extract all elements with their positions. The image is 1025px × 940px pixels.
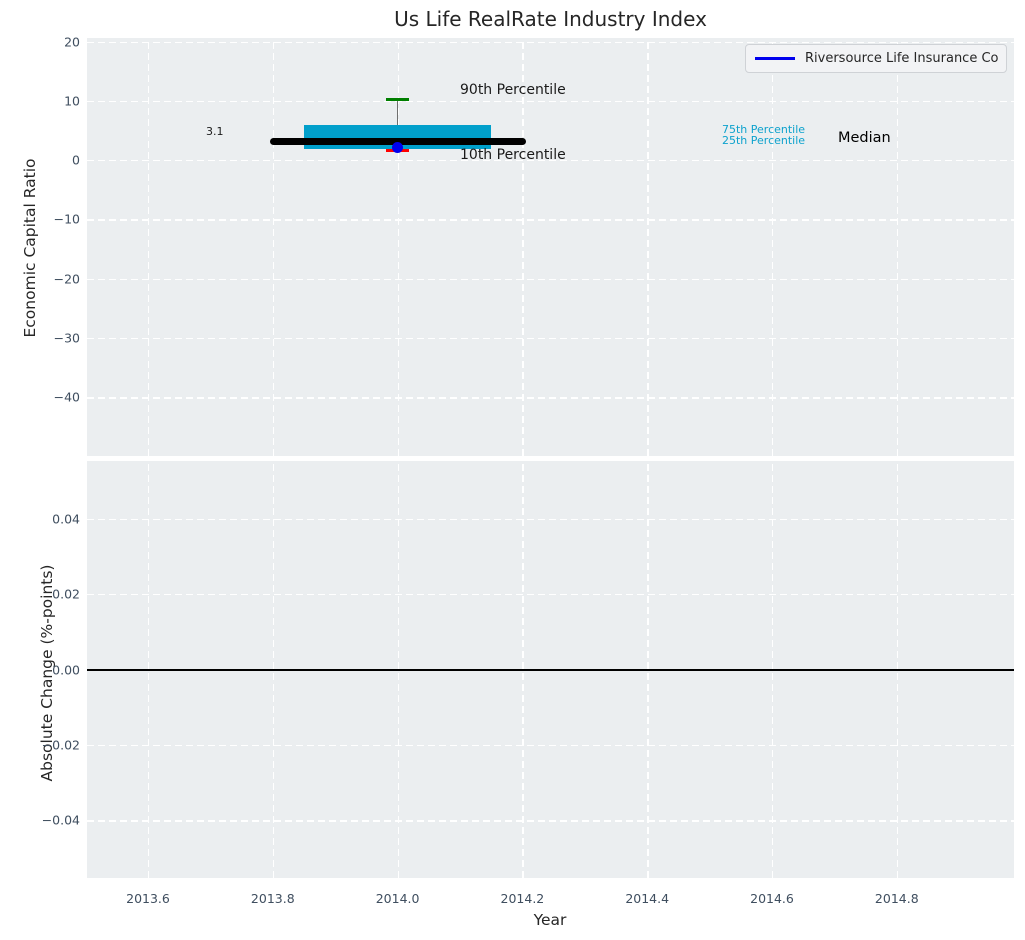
chart-title: Us Life RealRate Industry Index — [394, 7, 707, 31]
gridline-horizontal — [87, 594, 1014, 596]
figure: Us Life RealRate Industry Index 90th Per… — [0, 0, 1025, 940]
company-data-point[interactable] — [392, 141, 404, 153]
bottom-plot-area — [87, 461, 1014, 878]
y-tick-label: −20 — [53, 271, 80, 287]
x-tick-label: 2014.2 — [500, 891, 545, 906]
x-tick-label: 2014.8 — [874, 891, 919, 906]
gridline-horizontal — [87, 744, 1014, 747]
gridline-horizontal — [87, 397, 1014, 399]
x-tick-label: 2013.6 — [126, 891, 170, 906]
x-tick-label: 2014.6 — [750, 891, 794, 906]
x-tick-label: 2013.8 — [250, 891, 295, 906]
p90-cap — [386, 98, 409, 102]
gridline-horizontal — [87, 518, 1014, 521]
p10-annotation: 10th Percentile — [460, 147, 566, 163]
x-tick-label: 2014.0 — [375, 891, 420, 906]
legend: Riversource Life Insurance Co — [745, 44, 1007, 73]
y-tick-label: 0.00 — [52, 662, 80, 677]
top-y-axis-label: Economic Capital Ratio — [21, 158, 39, 338]
y-tick-label: −10 — [53, 211, 80, 227]
median-value-label: 3.1 — [206, 125, 224, 138]
median-annotation: Median — [838, 130, 891, 146]
p25-annotation: 25th Percentile — [722, 133, 806, 147]
y-tick-label: −0.04 — [41, 812, 80, 828]
gridline-horizontal — [87, 338, 1014, 340]
y-tick-label: 0.04 — [52, 511, 80, 527]
gridline-horizontal — [87, 278, 1014, 281]
p90-annotation: 90th Percentile — [460, 82, 566, 98]
gridline-horizontal — [87, 219, 1014, 221]
y-tick-label: 20 — [64, 34, 80, 49]
x-axis-label: Year — [533, 911, 567, 929]
y-tick-label: −30 — [53, 330, 80, 346]
gridline-horizontal — [87, 820, 1014, 822]
top-plot-area — [87, 38, 1014, 456]
gridline-horizontal — [87, 100, 1014, 103]
zero-reference-line — [87, 668, 1014, 671]
y-tick-label: 0 — [72, 152, 80, 168]
gridline-horizontal — [87, 41, 1014, 43]
legend-line-swatch — [755, 57, 795, 60]
legend-label: Riversource Life Insurance Co — [805, 51, 999, 66]
y-tick-label: −40 — [53, 389, 80, 405]
y-tick-label: −0.02 — [41, 737, 80, 753]
y-tick-label: 0.02 — [52, 586, 80, 602]
y-tick-label: 10 — [64, 93, 80, 109]
x-tick-label: 2014.4 — [625, 891, 670, 906]
